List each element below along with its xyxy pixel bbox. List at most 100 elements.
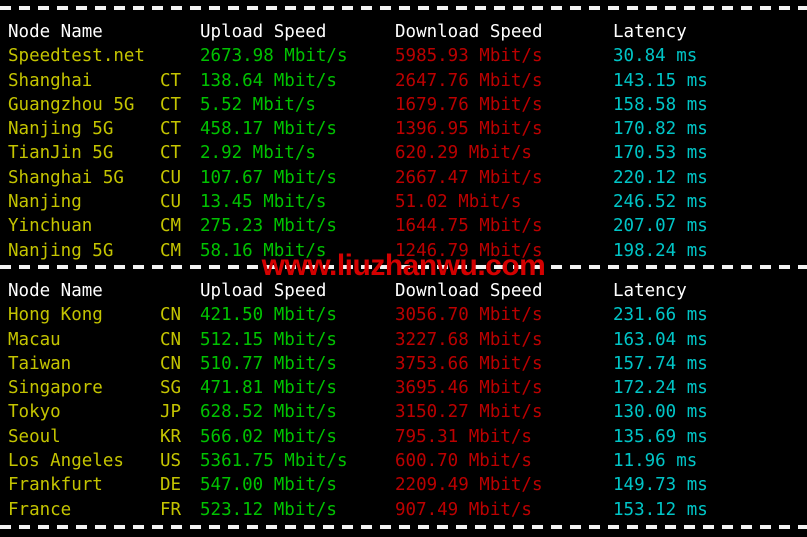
cell-upload-speed: 523.12 Mbit/s: [200, 499, 337, 520]
cell-upload-speed: 628.52 Mbit/s: [200, 402, 337, 423]
table-row: Shanghai 5G CU 107.67 Mbit/s 2667.47 Mbit/s…: [0, 166, 807, 190]
divider-middle: [0, 265, 807, 269]
cell-download-speed: 620.29 Mbit/s: [395, 143, 532, 164]
column-header-latency: Latency: [613, 281, 687, 301]
cell-node-name: Guangzhou 5G: [8, 94, 135, 115]
terminal-window: Node Name Upload Speed Download Speed Laten…: [0, 0, 807, 537]
table-row: Hong Kong CN 421.50 Mbit/s 3056.70 Mbit/s 23…: [0, 303, 807, 327]
cell-node-name: Nanjing: [8, 192, 82, 213]
cell-upload-speed: 2.92 Mbit/s: [200, 143, 316, 164]
cell-download-speed: 3227.68 Mbit/s: [395, 329, 543, 350]
cell-isp: JP: [160, 402, 182, 423]
cell-node-name: France: [8, 499, 72, 520]
cell-upload-speed: 58.16 Mbit/s: [200, 240, 327, 261]
table-row: Taiwan CN 510.77 Mbit/s 3753.66 Mbit/s 157.7…: [0, 352, 807, 376]
cell-download-speed: 3056.70 Mbit/s: [395, 305, 543, 326]
table-row: Frankfurt DE 547.00 Mbit/s 2209.49 Mbit/s 14…: [0, 473, 807, 497]
cell-upload-speed: 107.67 Mbit/s: [200, 167, 337, 188]
cell-node-name: Hong Kong: [8, 305, 103, 326]
cell-node-name: Seoul: [8, 426, 61, 447]
cell-isp: CM: [160, 216, 182, 237]
cell-download-speed: 3695.46 Mbit/s: [395, 378, 543, 399]
table-row: Shanghai CT 138.64 Mbit/s 2647.76 Mbit/s 143…: [0, 69, 807, 93]
table-header-row: Node Name Upload Speed Download Speed Laten…: [0, 20, 807, 44]
cell-isp: DE: [160, 475, 182, 496]
table-row: Singapore SG 471.81 Mbit/s 3695.46 Mbit/s 17…: [0, 376, 807, 400]
cell-latency: 158.58 ms: [613, 94, 708, 115]
cell-isp: CN: [160, 353, 182, 374]
cell-isp: CN: [160, 305, 182, 326]
cell-upload-speed: 5361.75 Mbit/s: [200, 451, 348, 472]
table-row: Los Angeles US 5361.75 Mbit/s 600.70 Mbit/s…: [0, 449, 807, 473]
cell-node-name: Shanghai 5G: [8, 167, 124, 188]
cell-latency: 135.69 ms: [613, 426, 708, 447]
cell-download-speed: 2667.47 Mbit/s: [395, 167, 543, 188]
cell-node-name: Los Angeles: [8, 451, 124, 472]
table-row: Tokyo JP 628.52 Mbit/s 3150.27 Mbit/s 130.00…: [0, 400, 807, 424]
cell-isp: KR: [160, 426, 182, 447]
cell-latency: 130.00 ms: [613, 402, 708, 423]
cell-latency: 246.52 ms: [613, 192, 708, 213]
cell-upload-speed: 458.17 Mbit/s: [200, 119, 337, 140]
cell-isp: CT: [160, 119, 182, 140]
cell-node-name: Frankfurt: [8, 475, 103, 496]
cell-isp: US: [160, 451, 182, 472]
cell-upload-speed: 566.02 Mbit/s: [200, 426, 337, 447]
column-header-upload-speed: Upload Speed: [200, 281, 327, 301]
cell-node-name: Shanghai: [8, 70, 93, 91]
cell-isp: CT: [160, 70, 182, 91]
column-header-download-speed: Download Speed: [395, 281, 543, 301]
table-header-row: Node Name Upload Speed Download Speed Laten…: [0, 279, 807, 303]
cell-download-speed: 1246.79 Mbit/s: [395, 240, 543, 261]
cell-latency: 220.12 ms: [613, 167, 708, 188]
speedtest-table-domestic: Node Name Upload Speed Download Speed Laten…: [0, 20, 807, 263]
cell-download-speed: 51.02 Mbit/s: [395, 192, 522, 213]
cell-upload-speed: 138.64 Mbit/s: [200, 70, 337, 91]
cell-download-speed: 795.31 Mbit/s: [395, 426, 532, 447]
cell-node-name: Nanjing 5G: [8, 119, 114, 140]
cell-upload-speed: 421.50 Mbit/s: [200, 305, 337, 326]
cell-upload-speed: 547.00 Mbit/s: [200, 475, 337, 496]
cell-latency: 231.66 ms: [613, 305, 708, 326]
cell-node-name: Nanjing 5G: [8, 240, 114, 261]
cell-latency: 198.24 ms: [613, 240, 708, 261]
cell-isp: SG: [160, 378, 182, 399]
table-row: TianJin 5G CT 2.92 Mbit/s 620.29 Mbit/s 170.…: [0, 141, 807, 165]
cell-latency: 157.74 ms: [613, 353, 708, 374]
cell-download-speed: 5985.93 Mbit/s: [395, 46, 543, 67]
column-header-latency: Latency: [613, 22, 687, 42]
cell-node-name: TianJin 5G: [8, 143, 114, 164]
cell-isp: CN: [160, 329, 182, 350]
cell-isp: CU: [160, 192, 182, 213]
table-row: France FR 523.12 Mbit/s 907.49 Mbit/s 153.12…: [0, 498, 807, 522]
table-row: Nanjing 5G CM 58.16 Mbit/s 1246.79 Mbit/s 19…: [0, 239, 807, 263]
cell-upload-speed: 471.81 Mbit/s: [200, 378, 337, 399]
speedtest-table-international: Node Name Upload Speed Download Speed Laten…: [0, 279, 807, 522]
table-row: Seoul KR 566.02 Mbit/s 795.31 Mbit/s 135.69 …: [0, 425, 807, 449]
cell-isp: CT: [160, 94, 182, 115]
cell-latency: 170.53 ms: [613, 143, 708, 164]
cell-latency: 11.96 ms: [613, 451, 698, 472]
cell-download-speed: 1679.76 Mbit/s: [395, 94, 543, 115]
cell-download-speed: 907.49 Mbit/s: [395, 499, 532, 520]
cell-node-name: Macau: [8, 329, 61, 350]
cell-upload-speed: 5.52 Mbit/s: [200, 94, 316, 115]
table-row: Nanjing CU 13.45 Mbit/s 51.02 Mbit/s 246.52 …: [0, 190, 807, 214]
cell-node-name: Singapore: [8, 378, 103, 399]
cell-download-speed: 3753.66 Mbit/s: [395, 353, 543, 374]
cell-upload-speed: 13.45 Mbit/s: [200, 192, 327, 213]
cell-download-speed: 1396.95 Mbit/s: [395, 119, 543, 140]
cell-isp: CU: [160, 167, 182, 188]
cell-node-name: Speedtest.net: [8, 46, 145, 67]
cell-upload-speed: 510.77 Mbit/s: [200, 353, 337, 374]
table-row: Yinchuan CM 275.23 Mbit/s 1644.75 Mbit/s 207…: [0, 214, 807, 238]
column-header-node-name: Node Name: [8, 281, 103, 301]
cell-download-speed: 2647.76 Mbit/s: [395, 70, 543, 91]
cell-node-name: Taiwan: [8, 353, 72, 374]
table-row: Nanjing 5G CT 458.17 Mbit/s 1396.95 Mbit/s 1…: [0, 117, 807, 141]
cell-isp: CT: [160, 143, 182, 164]
cell-latency: 207.07 ms: [613, 216, 708, 237]
cell-node-name: Yinchuan: [8, 216, 93, 237]
cell-latency: 149.73 ms: [613, 475, 708, 496]
cell-latency: 153.12 ms: [613, 499, 708, 520]
